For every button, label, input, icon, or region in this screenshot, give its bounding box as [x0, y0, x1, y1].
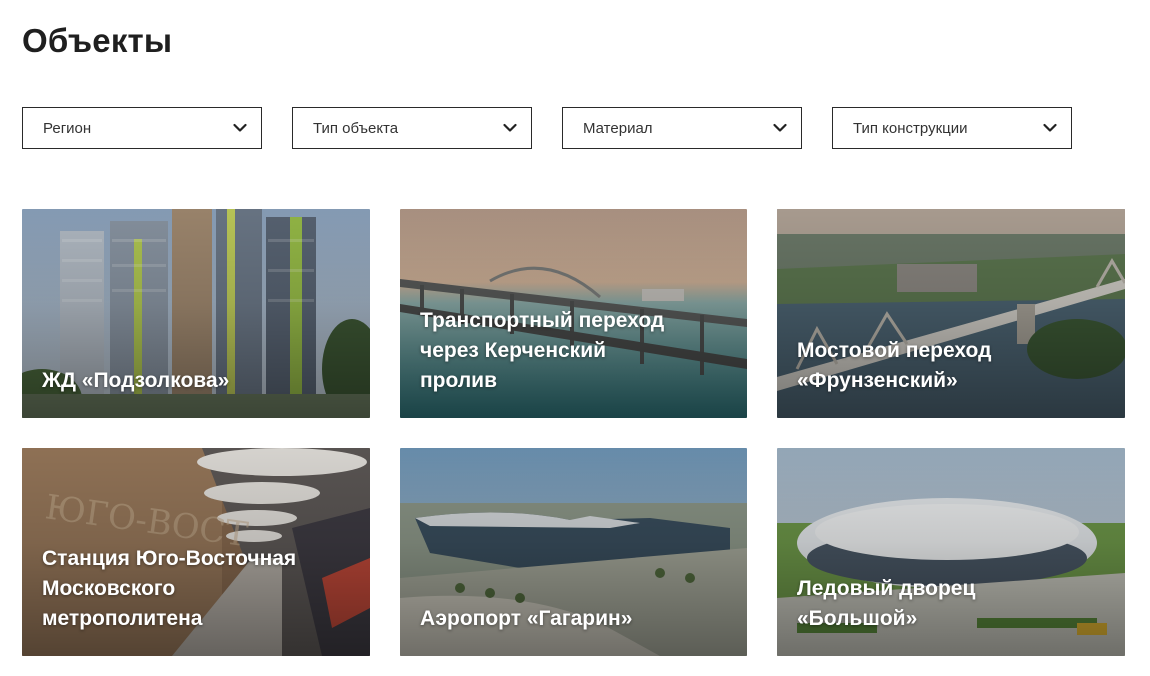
page-title: Объекты [22, 22, 173, 59]
filters-bar: Регион Тип объекта Материал Тип конструк… [22, 107, 1072, 149]
card-title: ЖД «Подзолкова» [42, 369, 230, 392]
material-filter-select[interactable]: Материал [562, 107, 802, 149]
object-card-frunzensky-bridge[interactable]: Мостовой переход «Фрунзенский» [777, 209, 1125, 418]
card-title: Аэропорт «Гагарин» [420, 607, 633, 630]
chevron-down-icon [1043, 121, 1057, 135]
chevron-down-icon [233, 121, 247, 135]
card-title: Ледовый дворец «Большой» [797, 577, 976, 630]
object-card-kerch-bridge[interactable]: Транспортный переход через Керченский пр… [400, 209, 747, 418]
object-card-metro-station[interactable]: ЮГО-ВОСТ Станция Юго-Восточная Московско… [22, 448, 370, 656]
object-type-filter-select[interactable]: Тип объекта [292, 107, 532, 149]
object-card-bolshoy-ice-palace[interactable]: Ледовый дворец «Большой» [777, 448, 1125, 656]
object-card-podzolkova[interactable]: ЖД «Подзолкова» [22, 209, 370, 418]
region-filter-label: Регион [43, 119, 92, 137]
region-filter-select[interactable]: Регион [22, 107, 262, 149]
card-title: Мостовой переход «Фрунзенский» [797, 339, 992, 392]
material-filter-label: Материал [583, 119, 653, 137]
card-title: Станция Юго-Восточная Московского метроп… [42, 547, 297, 630]
card-title: Транспортный переход через Керченский пр… [420, 309, 665, 392]
object-type-filter-label: Тип объекта [313, 119, 399, 137]
construction-type-filter-select[interactable]: Тип конструкции [832, 107, 1072, 149]
construction-type-filter-label: Тип конструкции [853, 119, 968, 137]
objects-page: Объекты Регион Тип объекта Материал Тип … [0, 0, 1150, 676]
chevron-down-icon [503, 121, 517, 135]
objects-grid: ЖД «Подзолкова» Транспортный переход чер… [22, 209, 1125, 656]
object-card-gagarin-airport[interactable]: Аэропорт «Гагарин» [400, 448, 747, 656]
chevron-down-icon [773, 121, 787, 135]
